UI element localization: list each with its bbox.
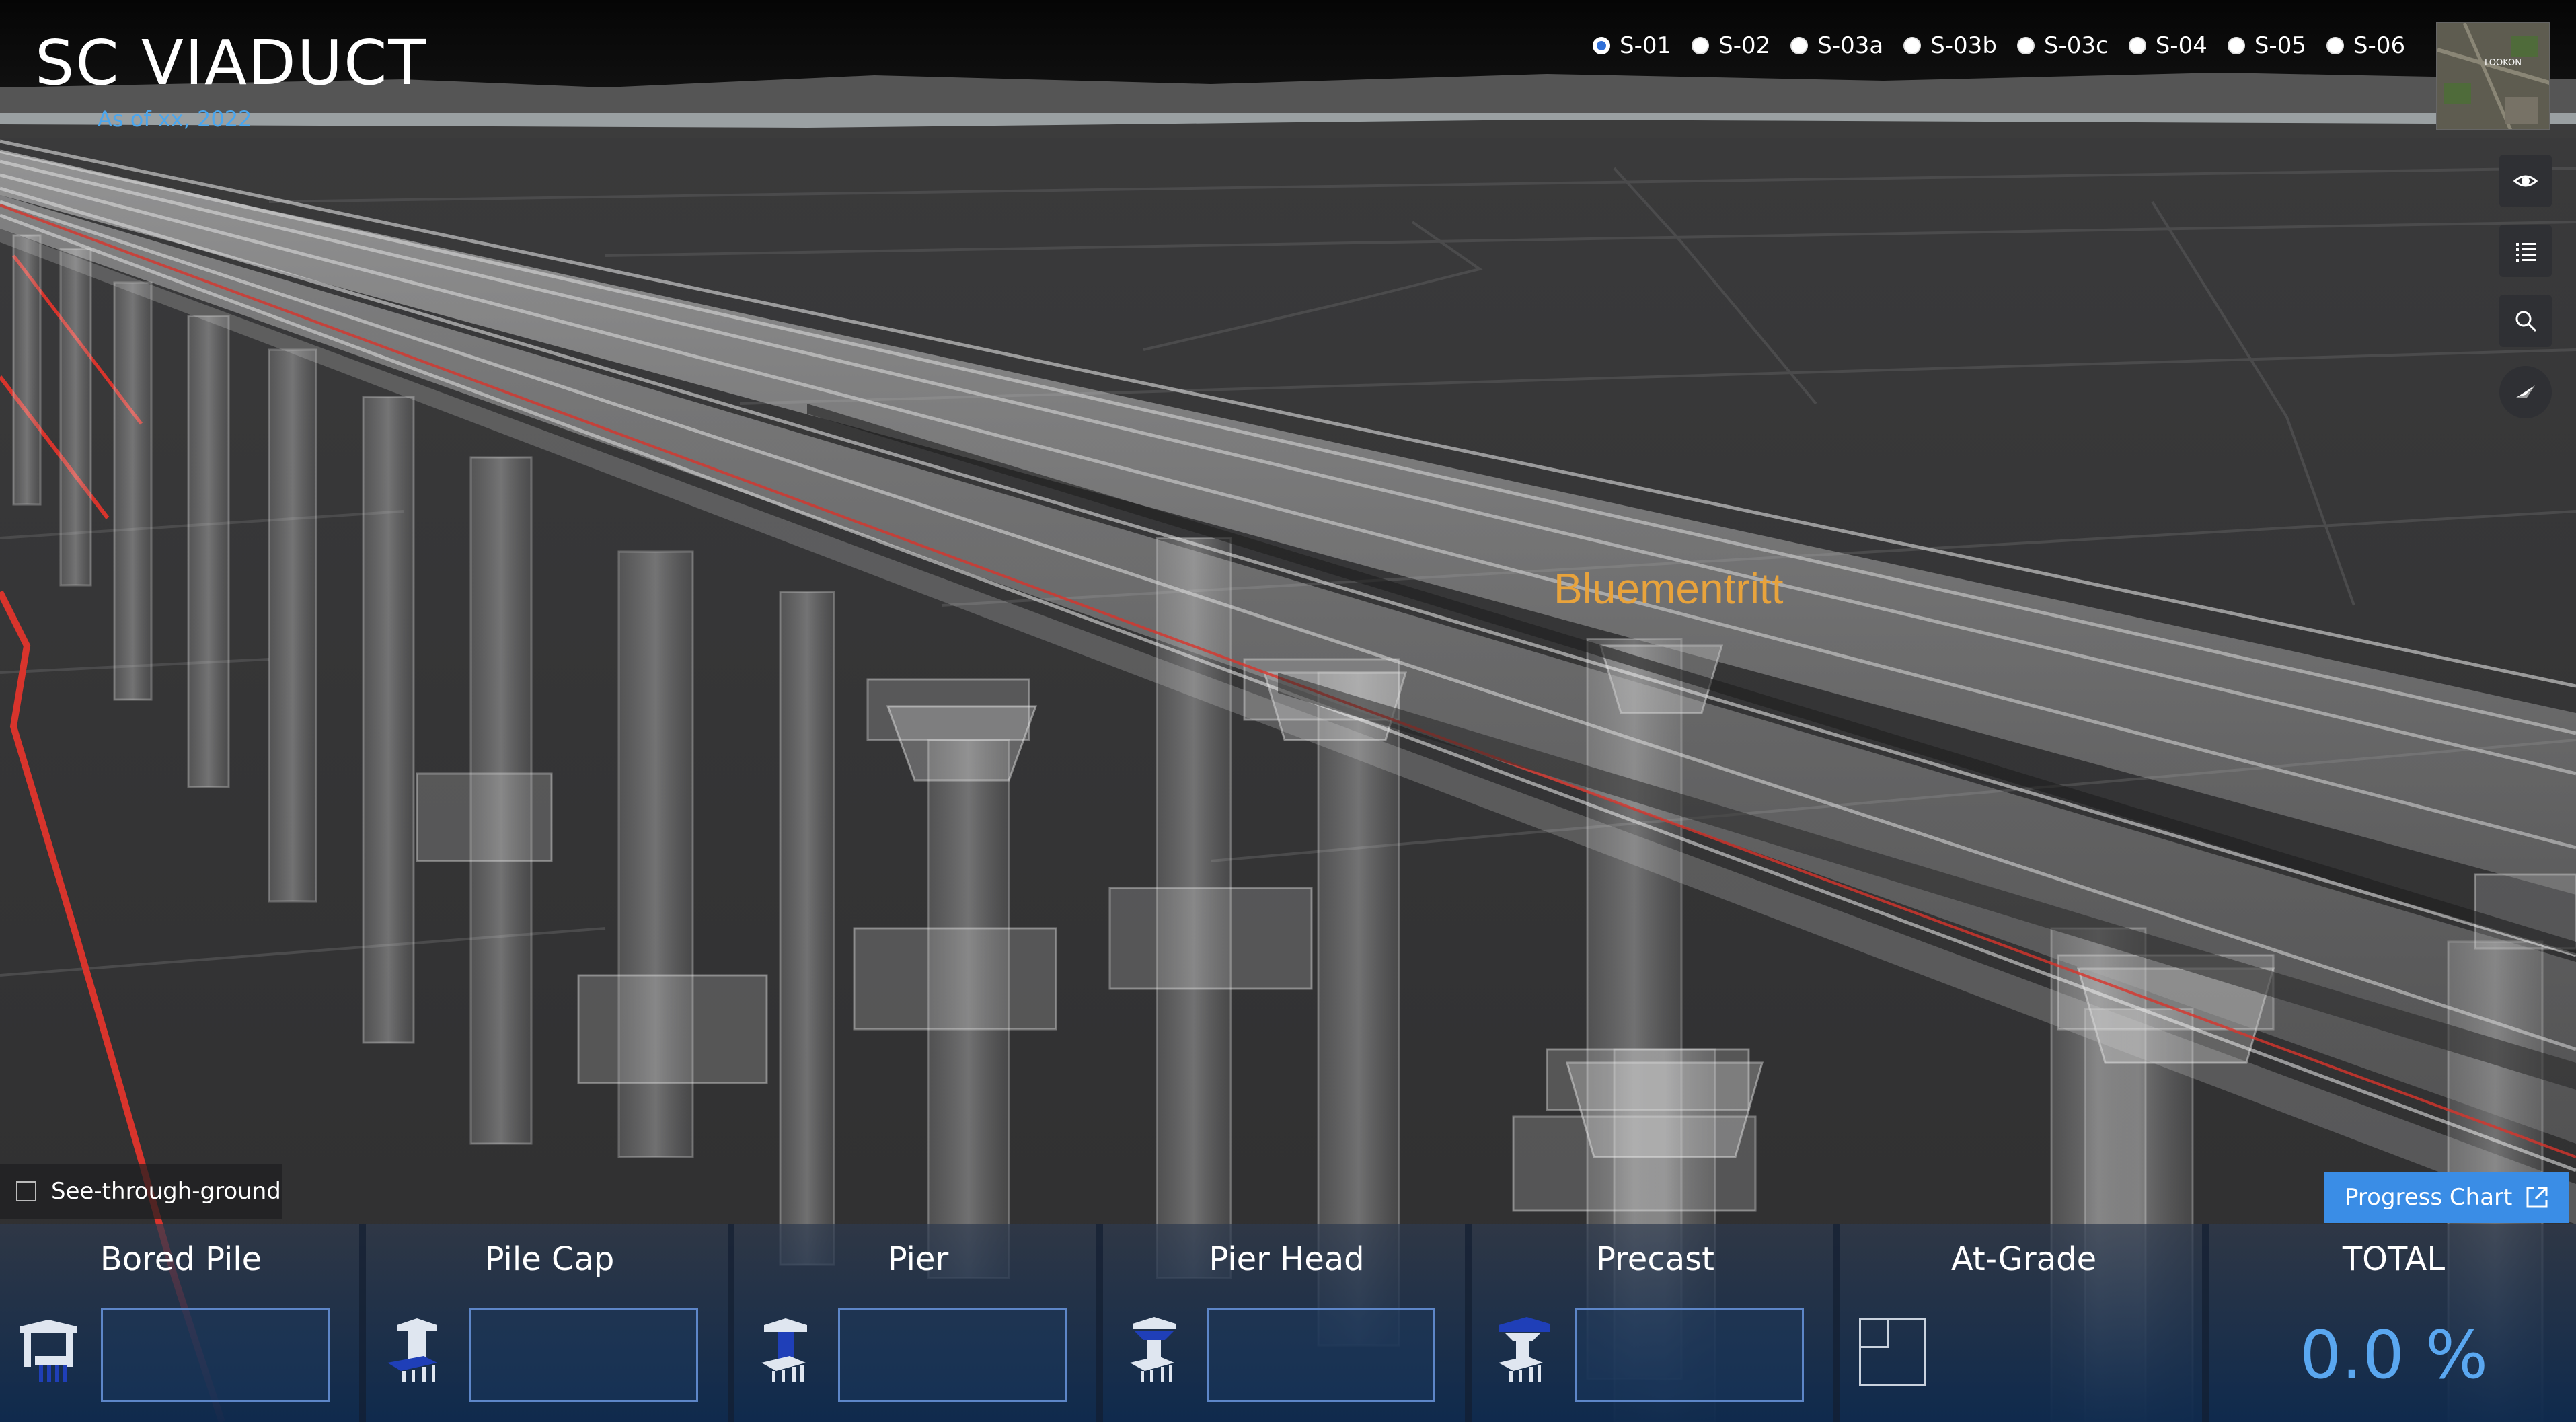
total-progress-card: TOTAL 0.0 %	[2211, 1224, 2576, 1422]
as-of-date: As of xx, 2022	[98, 106, 252, 132]
segment-option-s03a[interactable]: S-03a	[1790, 32, 1883, 59]
component-card-precast[interactable]: Precast	[1474, 1224, 1840, 1422]
segment-label: S-04	[2155, 32, 2207, 59]
search-icon	[2515, 311, 2537, 332]
progress-bar	[101, 1308, 330, 1402]
card-divider	[2202, 1224, 2209, 1422]
external-link-icon	[2526, 1187, 2548, 1208]
segment-option-s06[interactable]: S-06	[2326, 32, 2405, 59]
radio-icon[interactable]	[1790, 37, 1809, 54]
station-label: Bluementritt	[1554, 564, 1784, 613]
progress-panel: Bored Pile Pile Cap Pier Pier Head Preca…	[0, 1224, 2576, 1422]
component-card-pier[interactable]: Pier	[737, 1224, 1103, 1422]
radio-icon[interactable]	[1903, 37, 1922, 54]
component-name: Pile Cap	[484, 1240, 615, 1278]
component-card-pier-head[interactable]: Pier Head	[1106, 1224, 1472, 1422]
total-label: TOTAL	[2342, 1240, 2446, 1278]
card-divider	[1833, 1224, 1840, 1422]
see-through-ground-toggle[interactable]: See-through-ground	[0, 1164, 282, 1219]
pier-icon	[761, 1318, 807, 1382]
segment-label: S-02	[1718, 32, 1771, 59]
radio-icon[interactable]	[2016, 37, 2035, 54]
component-card-at-grade[interactable]: At-Grade	[1843, 1224, 2209, 1422]
radio-icon[interactable]	[2326, 37, 2344, 54]
checkbox-icon[interactable]	[16, 1181, 36, 1201]
segment-option-s05[interactable]: S-05	[2227, 32, 2306, 59]
radio-icon[interactable]	[2227, 37, 2245, 54]
precast-icon	[1499, 1317, 1550, 1382]
app-title: SC VIADUCT	[35, 27, 428, 99]
visibility-button[interactable]	[2499, 155, 2552, 207]
compass-button[interactable]	[2499, 366, 2552, 418]
progress-bar	[1575, 1308, 1804, 1402]
layer-list-icon	[2516, 243, 2536, 262]
basemap-thumbnail[interactable]: LOOKON	[2436, 22, 2550, 130]
component-name: Pier Head	[1209, 1240, 1365, 1278]
card-divider	[728, 1224, 734, 1422]
component-name: Precast	[1596, 1240, 1714, 1278]
progress-bar	[469, 1308, 698, 1402]
radio-icon[interactable]	[2128, 37, 2146, 54]
radio-icon[interactable]	[1593, 37, 1610, 54]
segment-option-s03b[interactable]: S-03b	[1903, 32, 1997, 59]
segment-label: S-05	[2254, 32, 2306, 59]
layer-list-button[interactable]	[2499, 225, 2552, 277]
at-grade-icon	[1859, 1318, 1926, 1386]
bored-pile-icon	[20, 1320, 77, 1382]
see-through-ground-label: See-through-ground	[51, 1178, 281, 1205]
segment-option-s02[interactable]: S-02	[1692, 32, 1770, 59]
segment-option-s04[interactable]: S-04	[2128, 32, 2207, 59]
satellite-thumbnail-icon	[2437, 23, 2549, 129]
segment-label: S-03c	[2043, 32, 2109, 59]
card-divider	[359, 1224, 366, 1422]
segment-option-s01[interactable]: S-01	[1593, 32, 1671, 59]
pier-head-icon	[1130, 1317, 1176, 1382]
total-percentage: 0.0 %	[2299, 1317, 2489, 1394]
compass-icon	[2516, 385, 2535, 398]
component-card-bored-pile[interactable]: Bored Pile	[0, 1224, 366, 1422]
scene-viewport[interactable]: Bluementritt	[0, 0, 2576, 1422]
thumbnail-label: LOOKON	[2485, 58, 2522, 68]
progress-bar	[838, 1308, 1067, 1402]
viaduct-3d-model	[0, 0, 2576, 1422]
progress-chart-label: Progress Chart	[2345, 1184, 2513, 1211]
eye-icon	[2513, 175, 2538, 187]
component-name: Pier	[887, 1240, 949, 1278]
segment-label: S-06	[2353, 32, 2406, 59]
progress-bar	[1207, 1308, 1435, 1402]
segment-selector: S-01 S-02 S-03a S-03b S-03c S-04 S-05 S-…	[1593, 32, 2425, 59]
segment-option-s03c[interactable]: S-03c	[2016, 32, 2109, 59]
progress-chart-button[interactable]: Progress Chart	[2324, 1172, 2569, 1223]
segment-label: S-03b	[1930, 32, 1997, 59]
segment-label: S-01	[1620, 32, 1672, 59]
card-divider	[1465, 1224, 1472, 1422]
radio-icon[interactable]	[1692, 37, 1710, 54]
component-name: Bored Pile	[100, 1240, 262, 1278]
component-name: At-Grade	[1950, 1240, 2097, 1278]
search-button[interactable]	[2499, 295, 2552, 347]
segment-label: S-03a	[1817, 32, 1884, 59]
pile-cap-icon	[387, 1318, 437, 1382]
card-divider	[1096, 1224, 1103, 1422]
component-card-pile-cap[interactable]: Pile Cap	[369, 1224, 734, 1422]
